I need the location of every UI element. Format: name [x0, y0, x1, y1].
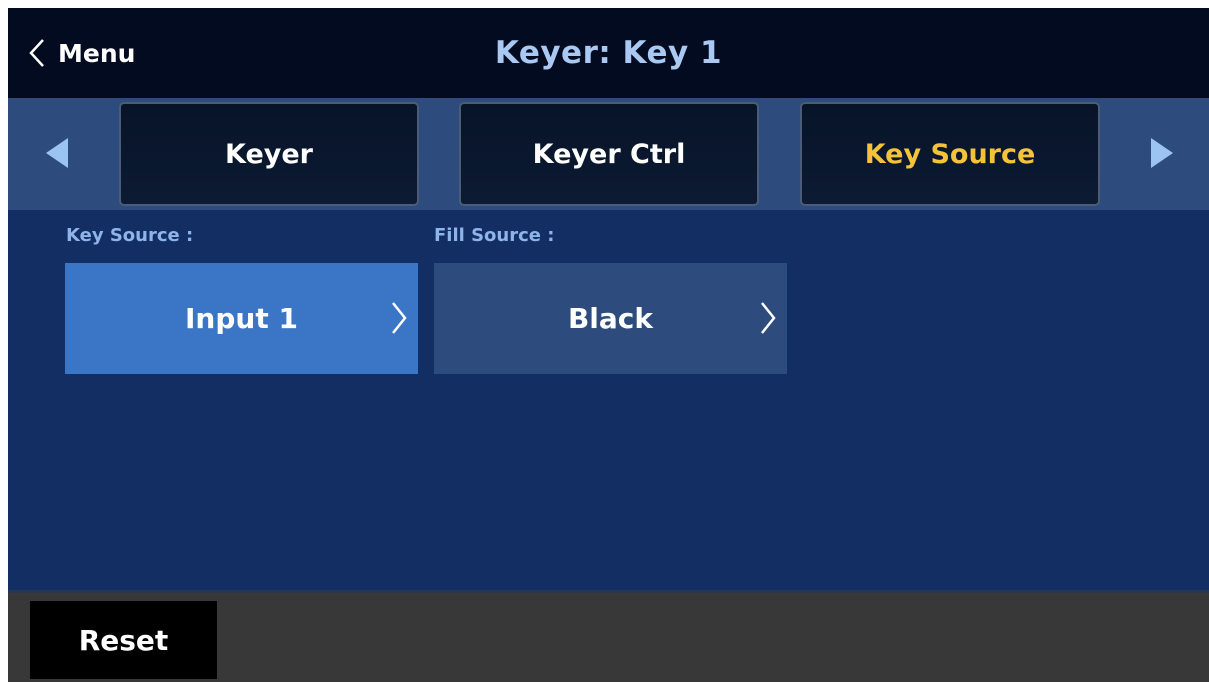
header-bar: Menu Keyer: Key 1 — [8, 8, 1209, 98]
fill-source-label: Fill Source : — [434, 225, 555, 246]
triangle-right-icon — [1151, 138, 1173, 168]
key-source-selector[interactable]: Input 1 — [65, 263, 418, 374]
triangle-left-icon — [46, 138, 68, 168]
tab-key-source[interactable]: Key Source — [800, 102, 1100, 206]
key-source-value: Input 1 — [185, 302, 298, 335]
tab-keyer[interactable]: Keyer — [119, 102, 419, 206]
fill-source-value: Black — [567, 302, 654, 335]
tab-keyer-ctrl[interactable]: Keyer Ctrl — [459, 102, 759, 206]
page-title: Keyer: Key 1 — [494, 35, 723, 71]
reset-button[interactable]: Reset — [30, 601, 217, 679]
tab-strip: Keyer Keyer Ctrl Key Source — [8, 98, 1209, 210]
chevron-right-icon — [759, 301, 777, 342]
footer-bar: Reset — [8, 590, 1209, 682]
keyer-screen: Menu Keyer: Key 1 Keyer Keyer Ctrl Key S… — [8, 8, 1209, 682]
fill-source-selector[interactable]: Black — [434, 263, 787, 374]
key-source-label: Key Source : — [66, 225, 194, 246]
tab-next-button[interactable] — [1141, 128, 1181, 178]
chevron-right-icon — [390, 301, 408, 342]
tab-prev-button[interactable] — [38, 128, 78, 178]
